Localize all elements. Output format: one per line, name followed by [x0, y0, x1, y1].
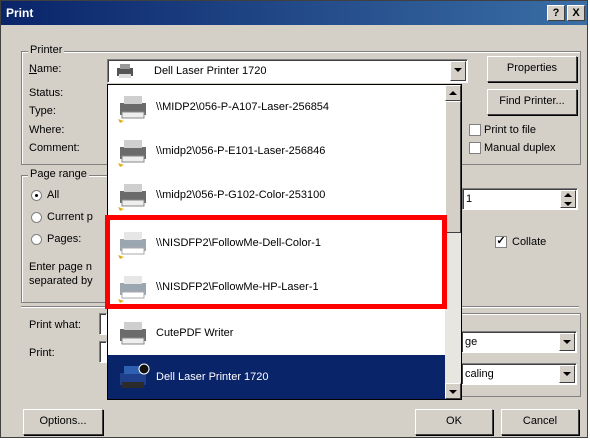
printer-icon — [120, 322, 146, 345]
print-to-file-label: Print to file — [484, 124, 536, 136]
print-what-label: Print what: — [29, 319, 81, 331]
printer-group-label: Printer — [28, 44, 65, 56]
printer-list-item[interactable]: \\NISDFP2\FollowMe-Dell-Color-1 — [108, 221, 445, 265]
page-range-hint-line2: separated by — [29, 275, 93, 287]
ok-button-label: OK — [446, 415, 462, 427]
printer-list-item[interactable]: \\midp2\056-P-G102-Color-253100 — [108, 173, 445, 217]
window-title: Print — [6, 6, 34, 20]
printer-list-item[interactable]: \\MIDP2\056-P-A107-Laser-256854 — [108, 85, 445, 129]
network-printer-icon — [118, 96, 146, 123]
properties-button[interactable]: Properties — [487, 56, 577, 82]
status-label: Status: — [29, 87, 64, 99]
scroll-up-button[interactable] — [445, 85, 461, 101]
scale-to-paper-value: caling — [465, 368, 494, 380]
chevron-down-icon — [449, 390, 457, 394]
print-what-select[interactable] — [99, 313, 107, 335]
printer-list-item-label: \\midp2\056-P-G102-Color-253100 — [156, 189, 326, 201]
type-label: Type: — [29, 105, 56, 117]
printer-list-item[interactable]: \\midp2\056-P-E101-Laser-256846 — [108, 129, 445, 173]
printer-list-item-label: \\NISDFP2\FollowMe-HP-Laser-1 — [156, 281, 319, 293]
pages-per-sheet-value: ge — [465, 336, 478, 348]
options-button[interactable]: Options... — [23, 409, 103, 435]
manual-duplex-checkbox[interactable] — [469, 142, 481, 154]
printer-icon — [117, 64, 133, 78]
properties-button-label: Properties — [506, 62, 558, 74]
print-dialog: Print ? X Printer Name: Dell Laser Print… — [0, 0, 588, 438]
pages-radio[interactable] — [31, 234, 42, 245]
printer-name-dropdown-arrow[interactable] — [450, 61, 466, 81]
collate-checkbox[interactable]: ✓ — [495, 236, 507, 248]
ok-button[interactable]: OK — [415, 409, 493, 435]
network-printer-icon — [118, 276, 146, 303]
print-select[interactable] — [99, 341, 107, 363]
printer-list: \\MIDP2\056-P-A107-Laser-256854 \\midp2\… — [108, 85, 445, 399]
name-label: Name: — [29, 63, 62, 75]
all-pages-radio[interactable] — [31, 190, 42, 201]
dropdown-scrollbar[interactable] — [445, 85, 461, 399]
printer-list-item-selected[interactable]: Dell Laser Printer 1720 — [108, 355, 445, 399]
title-bar[interactable]: Print ? X — [1, 1, 587, 25]
manual-duplex-label: Manual duplex — [484, 142, 556, 154]
find-printer-button-label: Find Printer... — [499, 95, 565, 107]
close-button[interactable]: X — [567, 5, 585, 21]
printer-list-item-label: CutePDF Writer — [156, 327, 234, 339]
spin-down-icon[interactable] — [564, 202, 572, 206]
network-printer-icon — [118, 232, 146, 259]
chevron-down-icon — [454, 68, 462, 72]
printer-list-item[interactable]: \\NISDFP2\FollowMe-HP-Laser-1 — [108, 265, 445, 309]
printer-list-item[interactable]: CutePDF Writer — [108, 311, 445, 355]
comment-label: Comment: — [29, 142, 80, 154]
current-page-radio[interactable] — [31, 212, 42, 223]
printer-list-item-label: \\NISDFP2\FollowMe-Dell-Color-1 — [156, 237, 322, 249]
selected-printer-name: Dell Laser Printer 1720 — [154, 65, 267, 77]
print-label: Print: — [29, 347, 55, 359]
copies-spin-buttons[interactable] — [560, 190, 576, 208]
current-page-label: Current p — [47, 211, 93, 223]
chevron-up-icon — [449, 91, 457, 95]
scroll-down-button[interactable] — [445, 383, 461, 399]
spin-up-icon[interactable] — [564, 193, 572, 197]
printer-list-item-label: \\midp2\056-P-E101-Laser-256846 — [156, 145, 326, 157]
cancel-button[interactable]: Cancel — [501, 409, 579, 435]
scale-dropdown-arrow[interactable] — [559, 365, 575, 383]
print-to-file-checkbox[interactable] — [469, 124, 481, 136]
scroll-thumb[interactable] — [445, 101, 461, 233]
options-button-label: Options... — [39, 415, 87, 427]
name-label-rest: ame: — [36, 63, 62, 75]
cancel-button-label: Cancel — [522, 415, 558, 427]
copies-spinner[interactable]: 1 — [462, 188, 578, 210]
collate-label: Collate — [512, 236, 547, 248]
all-pages-label: All — [47, 189, 60, 201]
chevron-down-icon — [563, 340, 571, 344]
printer-list-item-label: \\MIDP2\056-P-A107-Laser-256854 — [156, 101, 330, 113]
scale-to-paper-select[interactable]: caling — [461, 363, 577, 385]
where-label: Where: — [29, 124, 65, 136]
pages-per-sheet-dropdown-arrow[interactable] — [559, 333, 575, 351]
printer-dropdown-list[interactable]: \\MIDP2\056-P-A107-Laser-256854 \\midp2\… — [107, 84, 462, 400]
network-printer-icon — [118, 140, 146, 167]
network-printer-icon — [118, 184, 146, 211]
copies-value: 1 — [466, 193, 473, 205]
pages-per-sheet-select[interactable]: ge — [461, 331, 577, 353]
page-range-group-label: Page range — [28, 168, 89, 180]
page-range-hint-line1: Enter page n — [29, 261, 92, 273]
help-button[interactable]: ? — [547, 5, 565, 21]
chevron-down-icon — [563, 372, 571, 376]
printer-list-item-label: Dell Laser Printer 1720 — [156, 371, 269, 383]
default-printer-icon — [120, 363, 150, 388]
pages-label: Pages: — [47, 233, 82, 245]
find-printer-button[interactable]: Find Printer... — [487, 89, 577, 115]
printer-name-select[interactable]: Dell Laser Printer 1720 — [107, 59, 468, 83]
